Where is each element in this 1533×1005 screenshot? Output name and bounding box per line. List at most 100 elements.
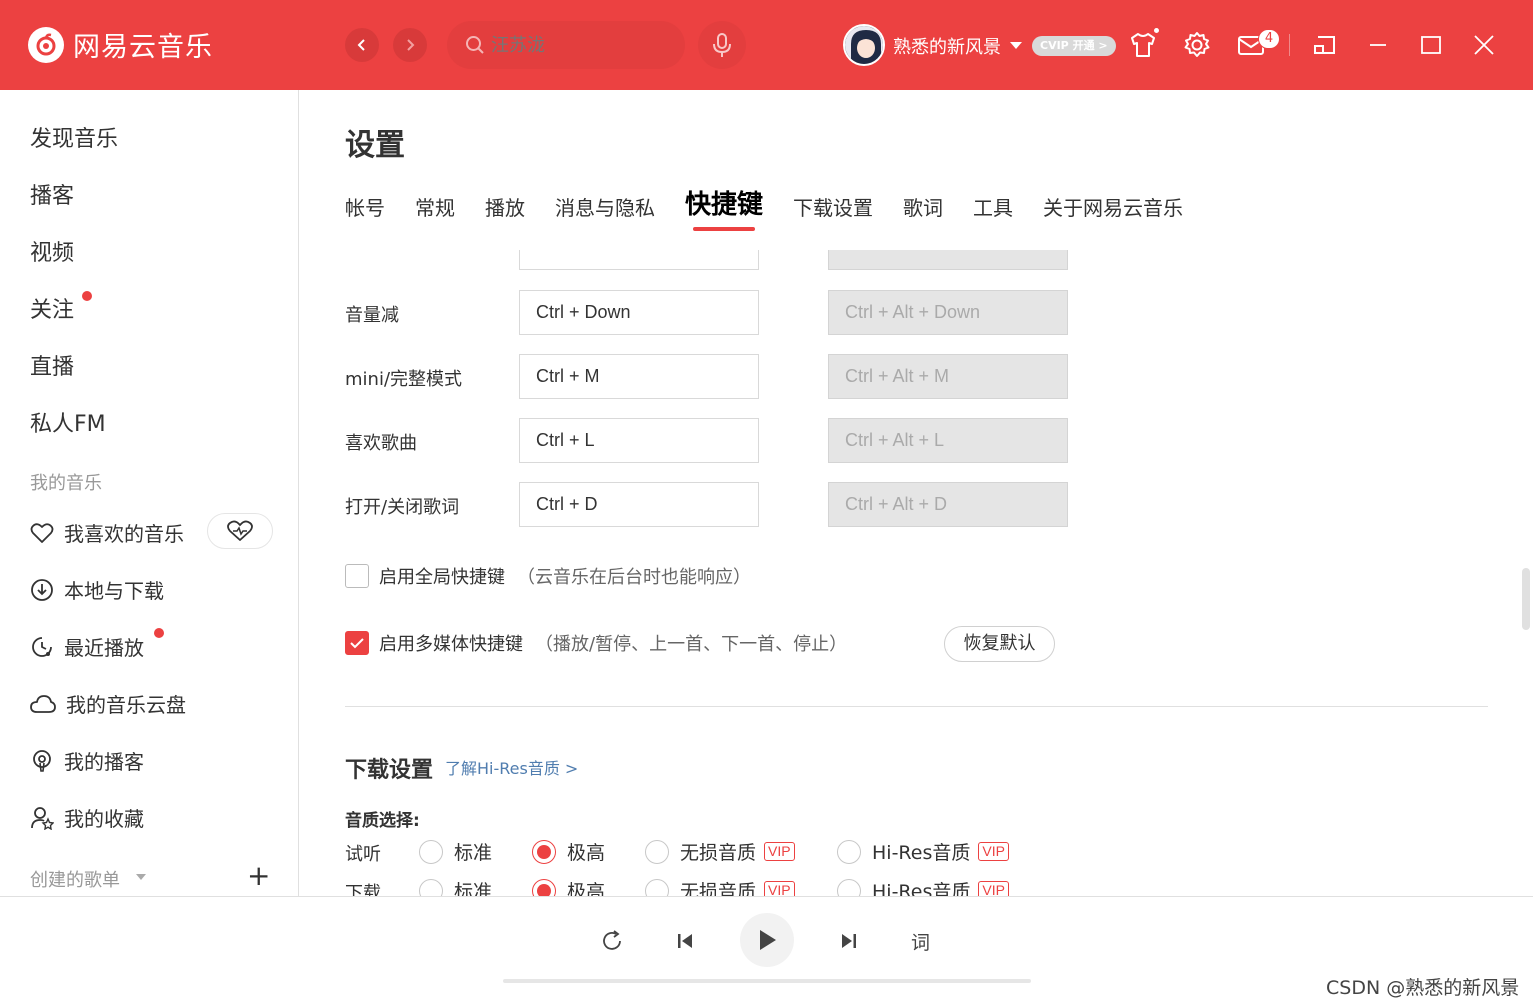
sidebar-item-liked-music[interactable]: 我喜欢的音乐 (30, 518, 184, 547)
tab-download[interactable]: 下载设置 (793, 192, 873, 221)
shortcut-local-field[interactable]: Ctrl + D (519, 482, 759, 527)
app-logo[interactable]: 网易云音乐 (28, 25, 213, 64)
vip-tag: VIP (764, 842, 795, 861)
radio-button-selected[interactable] (532, 878, 556, 896)
shortcut-local-field-partial[interactable] (519, 250, 759, 270)
search-box[interactable] (447, 21, 685, 69)
voice-search-button[interactable] (698, 21, 746, 69)
radio-button[interactable] (645, 878, 669, 896)
sidebar-item-follow[interactable]: 关注 (30, 292, 74, 324)
search-input[interactable] (491, 34, 671, 56)
topbar-divider (1289, 34, 1290, 56)
skin-notify-dot (1153, 27, 1160, 34)
maximize-button[interactable] (1416, 30, 1446, 60)
sidebar-item-label: 我的播客 (64, 750, 144, 774)
tab-privacy[interactable]: 消息与隐私 (555, 192, 655, 221)
quality-option-label: 极高 (567, 842, 606, 864)
shortcut-local-field[interactable]: Ctrl + M (519, 354, 759, 399)
quality-option-lossless[interactable]: 无损音质 VIP (645, 877, 795, 896)
netease-logo-icon (28, 26, 64, 63)
quality-option-hires[interactable]: Hi-Res音质 VIP (837, 838, 1009, 865)
player-bar: 词 CSDN @熟悉的新风景 (0, 896, 1533, 1005)
page-title: 设置 (345, 128, 405, 163)
quality-option-standard[interactable]: 标准 (419, 877, 492, 896)
microphone-icon (713, 33, 731, 57)
app-logo-text: 网易云音乐 (73, 32, 213, 63)
shortcut-global-field: Ctrl + Alt + D (828, 482, 1068, 527)
play-button[interactable] (740, 913, 794, 967)
sidebar-item-cloud[interactable]: 我的音乐云盘 (30, 689, 186, 718)
vip-badge[interactable]: CVIP 开通 > (1032, 36, 1116, 56)
tab-tools[interactable]: 工具 (973, 192, 1013, 221)
tab-general[interactable]: 常规 (415, 192, 455, 221)
radio-button[interactable] (645, 839, 669, 864)
repeat-icon (603, 930, 621, 950)
user-avatar[interactable] (843, 24, 885, 66)
quality-option-high[interactable]: 极高 (532, 877, 605, 896)
skin-button[interactable] (1128, 30, 1158, 60)
tab-playback[interactable]: 播放 (485, 192, 525, 221)
sidebar-item-live[interactable]: 直播 (30, 349, 74, 381)
radio-button[interactable] (419, 839, 443, 864)
play-icon (760, 930, 776, 950)
heartbeat-mode-button[interactable] (207, 513, 273, 549)
next-track-button[interactable] (835, 927, 863, 955)
media-shortcut-checkbox[interactable] (345, 631, 369, 655)
mini-mode-button[interactable] (1310, 30, 1340, 60)
restore-default-button[interactable]: 恢复默认 (944, 626, 1055, 662)
search-icon (466, 36, 484, 54)
shortcut-label: mini/完整模式 (345, 369, 463, 390)
radio-button[interactable] (837, 839, 861, 864)
quality-row-label: 下载 (345, 883, 381, 896)
create-playlist-button[interactable]: + (247, 862, 270, 890)
scrollbar-thumb[interactable] (1522, 568, 1530, 630)
sidebar-item-fm[interactable]: 私人FM (30, 406, 106, 438)
tab-lyrics[interactable]: 歌词 (903, 192, 943, 221)
tab-shortcuts[interactable]: 快捷键 (685, 184, 763, 231)
media-shortcut-option[interactable]: 启用多媒体快捷键 （播放/暂停、上一首、下一首、停止） (345, 630, 847, 656)
tab-about[interactable]: 关于网易云音乐 (1043, 192, 1183, 221)
radio-button-selected[interactable] (532, 839, 556, 864)
hires-info-link[interactable]: 了解Hi-Res音质 > (445, 755, 578, 779)
quality-option-lossless[interactable]: 无损音质 VIP (645, 838, 795, 865)
mini-mode-icon (1314, 36, 1335, 54)
back-button[interactable] (345, 28, 379, 62)
shortcut-local-field[interactable]: Ctrl + L (519, 418, 759, 463)
sidebar-item-podcast[interactable]: 播客 (30, 178, 74, 210)
global-shortcut-checkbox[interactable] (345, 564, 369, 588)
close-icon (1474, 35, 1494, 55)
progress-bar[interactable] (503, 979, 1031, 983)
tab-account[interactable]: 帐号 (345, 192, 385, 221)
quality-option-high[interactable]: 极高 (532, 838, 605, 865)
heart-icon (30, 522, 54, 543)
global-shortcut-note: （云音乐在后台时也能响应） (517, 567, 751, 588)
username[interactable]: 熟悉的新风景 (893, 33, 1001, 59)
repeat-mode-button[interactable] (598, 927, 626, 955)
settings-button[interactable] (1182, 30, 1212, 60)
recent-notify-dot (154, 628, 164, 638)
sidebar-item-collection[interactable]: 我的收藏 (30, 803, 144, 832)
sidebar-item-my-podcast[interactable]: 我的播客 (30, 746, 144, 775)
chevron-left-icon (357, 39, 365, 51)
sidebar-item-video[interactable]: 视频 (30, 235, 74, 267)
previous-track-button[interactable] (671, 927, 699, 955)
quality-option-label: Hi-Res音质 (872, 881, 971, 896)
radio-button[interactable] (419, 878, 443, 896)
global-shortcut-option[interactable]: 启用全局快捷键 （云音乐在后台时也能响应） (345, 563, 751, 589)
radio-button[interactable] (837, 878, 861, 896)
podcast-icon (33, 749, 51, 772)
sidebar-item-recent[interactable]: 最近播放 (30, 632, 144, 661)
forward-button[interactable] (393, 28, 427, 62)
shortcut-local-field[interactable]: Ctrl + Down (519, 290, 759, 335)
global-shortcut-label: 启用全局快捷键 (379, 567, 505, 588)
quality-option-hires[interactable]: Hi-Res音质 VIP (837, 877, 1009, 896)
sidebar-item-discover[interactable]: 发现音乐 (30, 121, 118, 153)
minimize-button[interactable] (1363, 30, 1393, 60)
playlist-toggle-icon[interactable] (136, 874, 146, 880)
created-playlists-title[interactable]: 创建的歌单 (30, 866, 120, 892)
close-button[interactable] (1469, 30, 1499, 60)
sidebar-item-local-download[interactable]: 本地与下载 (30, 575, 164, 604)
user-dropdown-icon[interactable] (1010, 42, 1022, 49)
quality-option-standard[interactable]: 标准 (419, 838, 492, 865)
lyrics-button[interactable]: 词 (911, 928, 930, 955)
